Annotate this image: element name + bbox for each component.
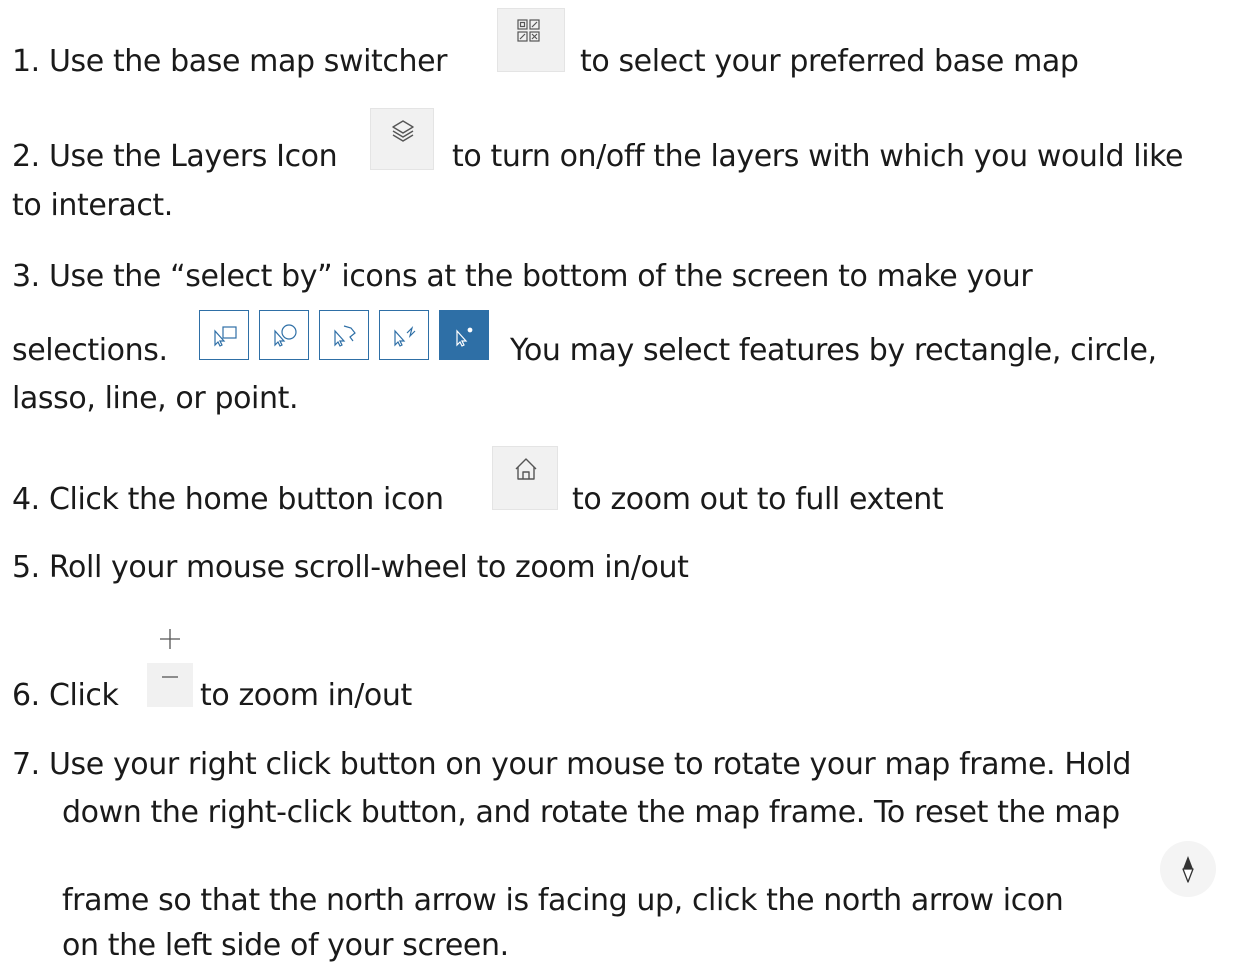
zoom-in-icon[interactable] [147,617,193,663]
basemap-gallery-button[interactable] [497,8,565,72]
select-point-button[interactable] [439,310,489,360]
select-lasso-icon [334,325,356,347]
step-1-text-before: 1. Use the base map switcher [12,44,448,79]
north-arrow-icon [1182,856,1194,883]
step-4-text-after: to zoom out to full extent [572,482,944,517]
step-3-text-continuation: lasso, line, or point. [12,381,299,416]
step-2-text-continuation: to interact. [12,188,173,223]
step-2-text-before: 2. Use the Layers Icon [12,139,338,174]
select-line-icon [394,326,416,347]
zoom-out-icon[interactable] [147,663,193,707]
select-point-icon [456,327,473,347]
step-7-text-line3: frame so that the north arrow is facing … [62,883,1064,918]
step-3-text-before: selections. [12,333,168,368]
select-line-button[interactable] [379,310,429,360]
zoom-control [147,617,193,707]
home-icon [515,458,537,480]
step-6-text-before: 6. Click [12,678,119,713]
basemap-gallery-icon [517,19,540,42]
step-5-text: 5. Roll your mouse scroll-wheel to zoom … [12,550,689,585]
step-4-text-before: 4. Click the home button icon [12,482,444,517]
step-7-text-line1: 7. Use your right click button on your m… [12,747,1132,782]
step-6-text-after: to zoom in/out [200,678,412,713]
step-3-text-after: You may select features by rectangle, ci… [510,333,1157,368]
step-7-text-line2: down the right-click button, and rotate … [62,795,1120,830]
layers-button[interactable] [370,108,434,170]
step-2-text-after: to turn on/off the layers with which you… [452,139,1184,174]
home-button[interactable] [492,446,558,510]
north-arrow-button[interactable] [1160,841,1216,897]
step-1-text-after: to select your preferred base map [580,44,1079,79]
step-7-text-line4: on the left side of your screen. [62,928,509,963]
layers-icon [392,120,414,142]
select-lasso-button[interactable] [319,310,369,360]
select-rectangle-icon [214,326,237,347]
select-rectangle-button[interactable] [199,310,249,360]
select-circle-button[interactable] [259,310,309,360]
select-circle-icon [274,324,297,347]
step-3-text-line1: 3. Use the “select by” icons at the bott… [12,259,1033,294]
